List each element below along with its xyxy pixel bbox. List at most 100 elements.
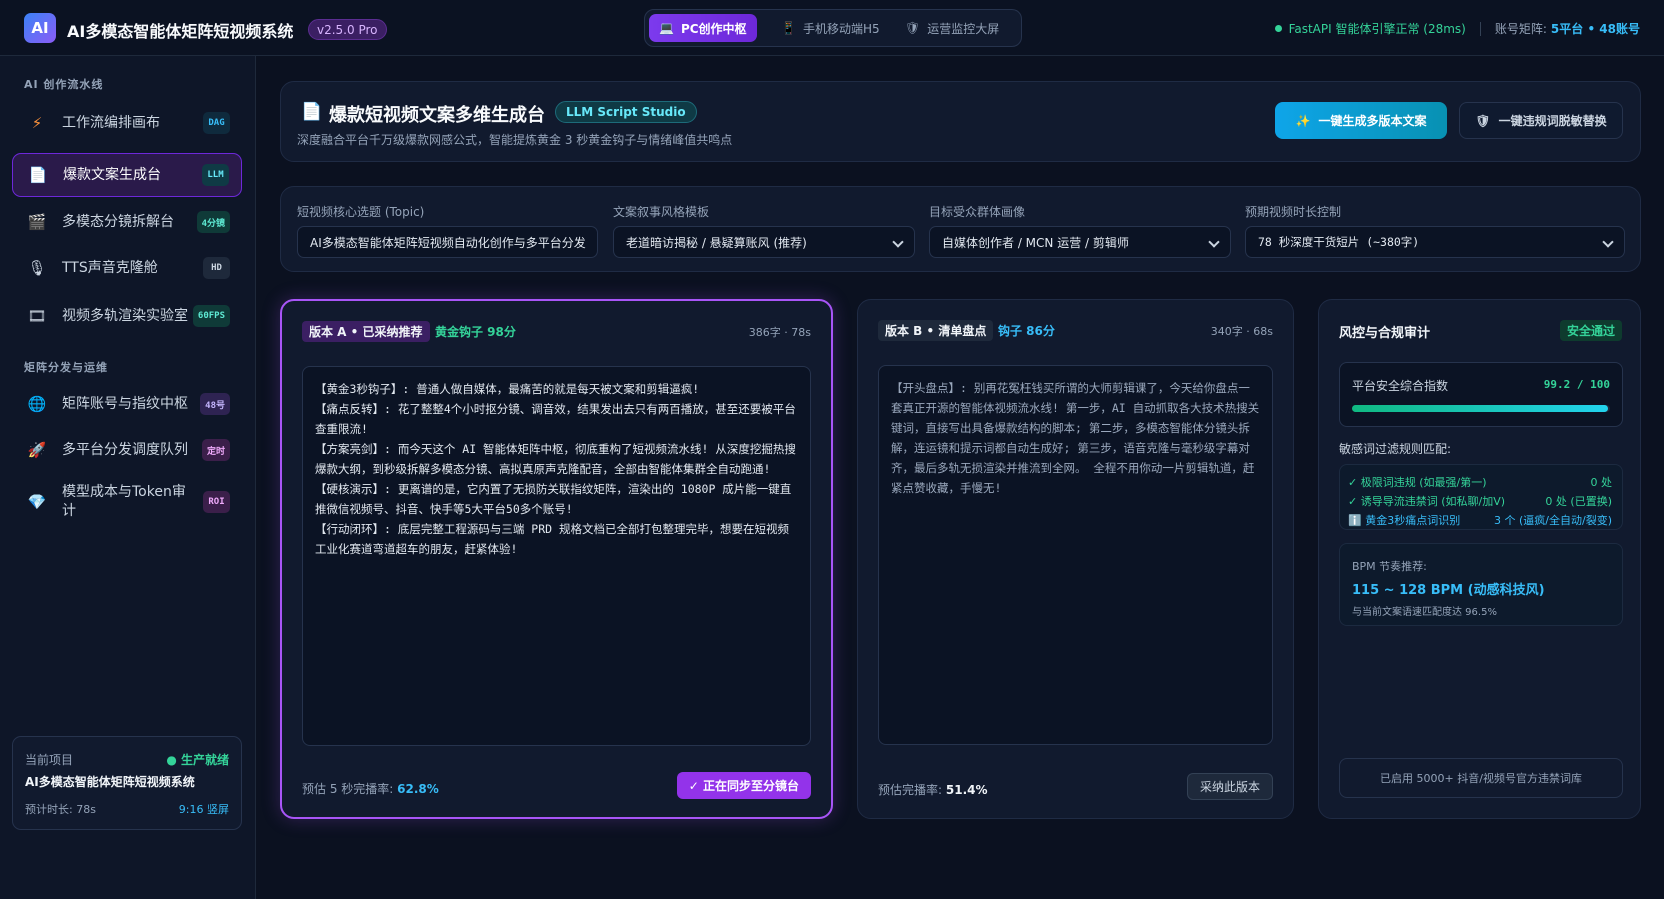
desensitize-label: 一键违规词脱敏替换 bbox=[1498, 114, 1607, 128]
top-bar: AI AI多模态智能体矩阵短视频系统 v2.5.0 Pro 💻 PC创作中枢 📱… bbox=[0, 0, 1664, 56]
sidebar-item-label: 模型成本与Token审计 bbox=[62, 484, 186, 519]
sidebar-section-distribution: 矩阵分发与运维 bbox=[24, 361, 108, 374]
microphone-icon: 🎙 bbox=[27, 259, 47, 277]
mode-switcher: 💻 PC创作中枢 📱 手机移动端H5 🛡 运营监控大屏 bbox=[644, 9, 1022, 47]
studio-badge: LLM Script Studio bbox=[555, 101, 697, 123]
sidebar-item-tag: ROI bbox=[203, 491, 230, 513]
length-field: 预期视频时长控制 78 秒深度干货短片 (~380字) bbox=[1245, 203, 1625, 258]
version-a-script[interactable]: 【黄金3秒钩子】: 普通人做自媒体，最痛苦的就是每天被文案和剪辑逼疯! 【痛点反… bbox=[302, 366, 811, 746]
sidebar-item-cost-audit[interactable]: 💎 模型成本与Token审计 ROI bbox=[12, 476, 242, 528]
rule-label: ✓ 极限词违规 (如最强/第一) bbox=[1348, 476, 1487, 489]
status-dot-icon bbox=[1274, 25, 1282, 32]
risk-pass-badge: 安全通过 bbox=[1559, 320, 1622, 341]
mode-tab-label: 运营监控大屏 bbox=[927, 21, 1000, 36]
script-line: 【行动闭环】: 底层完整工程源码与三端 PRD 规格文档已全部打包整理完毕，想要… bbox=[315, 522, 789, 556]
completion-value: 62.8% bbox=[397, 782, 439, 796]
desensitize-button[interactable]: 🛡 一键违规词脱敏替换 bbox=[1459, 102, 1623, 139]
style-select[interactable]: 老道暗访揭秘 / 悬疑算账风 (推荐) bbox=[613, 226, 915, 258]
version-badge: v2.5.0 Pro bbox=[308, 19, 387, 40]
sidebar-item-tag: 定时 bbox=[201, 439, 230, 461]
version-b-hook-score: 钩子 86分 bbox=[998, 324, 1055, 338]
generate-versions-button[interactable]: ✨ 一键生成多版本文案 bbox=[1275, 102, 1447, 139]
sidebar-item-label: 多平台分发调度队列 bbox=[62, 441, 188, 458]
mode-tab-pc[interactable]: 💻 PC创作中枢 bbox=[649, 14, 757, 42]
length-label: 预期视频时长控制 bbox=[1245, 205, 1342, 219]
completion-label: 预估完播率: bbox=[878, 783, 943, 797]
version-a-tag: 版本 A • 已采纳推荐 bbox=[302, 321, 430, 342]
mode-tab-label: 手机移动端H5 bbox=[802, 21, 880, 36]
project-status: ● 生产就绪 bbox=[166, 753, 229, 767]
version-b-tag: 版本 B • 清单盘点 bbox=[878, 320, 994, 341]
script-line: 【开头盘点】: 别再花冤枉钱买所谓的大师剪辑课了，今天给你盘点一套真正开源的智能… bbox=[891, 381, 1260, 495]
adopt-version-button[interactable]: 采纳此版本 bbox=[1186, 773, 1273, 800]
sidebar-item-render-lab[interactable]: 🎞 视频多轨渲染实验室 60FPS bbox=[12, 290, 242, 342]
generate-versions-label: 一键生成多版本文案 bbox=[1318, 114, 1427, 128]
completion-value: 51.4% bbox=[945, 783, 988, 797]
audience-field: 目标受众群体画像 自媒体创作者 / MCN 运营 / 剪辑师 bbox=[929, 203, 1231, 258]
sidebar-item-label: 视频多轨渲染实验室 bbox=[62, 307, 188, 324]
sidebar-section-pipeline: AI 创作流水线 bbox=[24, 78, 104, 91]
score-progress-track bbox=[1352, 405, 1610, 412]
diamond-icon: 💎 bbox=[27, 493, 47, 511]
sidebar: AI 创作流水线 ⚡ 工作流编排画布 DAG 📄 爆款文案生成台 LLM 🎬 多… bbox=[0, 56, 256, 899]
version-a-completion: 预估 5 秒完播率: 62.8% bbox=[302, 780, 439, 797]
sidebar-item-tag: 4分镜 bbox=[196, 211, 230, 233]
score-label: 平台安全综合指数 bbox=[1352, 379, 1449, 393]
rule-row: ✓ 极限词违规 (如最强/第一) 0 处 bbox=[1348, 473, 1612, 492]
sync-storyboard-button[interactable]: ✓ 正在同步至分镜台 bbox=[676, 772, 811, 799]
sidebar-item-label: 工作流编排画布 bbox=[62, 114, 160, 131]
version-b-card[interactable]: 版本 B • 清单盘点 钩子 86分 340字 · 68s 【开头盘点】: 别再… bbox=[857, 299, 1294, 819]
generation-params: 短视频核心选题 (Topic) AI多模态智能体矩阵短视频自动化创作与多平台分发… bbox=[280, 186, 1641, 272]
project-name: AI多模态智能体矩阵短视频系统 bbox=[25, 775, 195, 789]
version-b-script[interactable]: 【开头盘点】: 别再花冤枉钱买所谓的大师剪辑课了，今天给你盘点一套真正开源的智能… bbox=[878, 365, 1273, 745]
version-a-card[interactable]: 版本 A • 已采纳推荐 黄金钩子 98分 386字 · 78s 【黄金3秒钩子… bbox=[280, 299, 833, 819]
completion-label: 预估 5 秒完播率: bbox=[302, 782, 394, 796]
system-status: FastAPI 智能体引擎正常 (28ms) 账号矩阵: 5平台 • 48账号 bbox=[1274, 20, 1640, 37]
script-line: 【黄金3秒钩子】: 普通人做自媒体，最痛苦的就是每天被文案和剪辑逼疯! bbox=[315, 382, 700, 396]
sidebar-item-dispatch-queue[interactable]: 🚀 多平台分发调度队列 定时 bbox=[12, 429, 242, 471]
score-progress-fill bbox=[1352, 405, 1608, 412]
globe-icon: 🌐 bbox=[27, 395, 47, 413]
rule-label: ✓ 诱导导流违禁词 (如私聊/加V) bbox=[1348, 495, 1506, 508]
sidebar-item-script-studio[interactable]: 📄 爆款文案生成台 LLM bbox=[12, 153, 242, 197]
audience-select[interactable]: 自媒体创作者 / MCN 运营 / 剪辑师 bbox=[929, 226, 1231, 258]
sidebar-item-accounts[interactable]: 🌐 矩阵账号与指纹中枢 48号 bbox=[12, 383, 242, 425]
mode-tab-monitor[interactable]: 🛡 运营监控大屏 bbox=[895, 14, 1009, 42]
risk-title: 风控与合规审计 bbox=[1339, 326, 1431, 341]
topic-field: 短视频核心选题 (Topic) AI多模态智能体矩阵短视频自动化创作与多平台分发 bbox=[297, 203, 598, 258]
sidebar-item-label: 多模态分镜拆解台 bbox=[62, 213, 174, 230]
bpm-recommendation: BPM 节奏推荐: 115 ~ 128 BPM (动感科技风) 与当前文案语速匹… bbox=[1339, 543, 1623, 626]
version-b-completion: 预估完播率: 51.4% bbox=[878, 781, 988, 798]
version-b-meta: 340字 · 68s bbox=[1210, 325, 1273, 338]
document-icon: 📄 bbox=[301, 102, 323, 122]
page-title: 爆款短视频文案多维生成台 bbox=[329, 105, 545, 126]
clapperboard-icon: 🎬 bbox=[27, 213, 47, 231]
rule-value: 0 处 bbox=[1590, 476, 1613, 489]
rule-row: ✓ 诱导导流违禁词 (如私聊/加V) 0 处 (已置换) bbox=[1348, 492, 1612, 511]
topic-label: 短视频核心选题 (Topic) bbox=[297, 205, 425, 219]
bpm-value: 115 ~ 128 BPM (动感科技风) bbox=[1352, 583, 1545, 598]
rule-value: 3 个 (逼疯/全自动/裂变) bbox=[1494, 514, 1612, 527]
shield-icon: 🛡 bbox=[905, 21, 921, 35]
mode-tab-mobile[interactable]: 📱 手机移动端H5 bbox=[771, 14, 890, 42]
sidebar-item-tts[interactable]: 🎙 TTS声音克隆舱 HD bbox=[12, 247, 242, 289]
script-line: 【痛点反转】: 花了整整4个小时抠分镜、调音效，结果发出去只有两百播放，甚至还要… bbox=[315, 402, 796, 436]
app-logo: AI bbox=[24, 13, 56, 43]
style-label: 文案叙事风格模板 bbox=[613, 205, 710, 219]
safety-score-box: 平台安全综合指数 99.2 / 100 bbox=[1339, 362, 1623, 427]
mode-tab-label: PC创作中枢 bbox=[680, 21, 747, 36]
mobile-icon: 📱 bbox=[781, 21, 796, 35]
studio-header: 📄 爆款短视频文案多维生成台 LLM Script Studio 深度融合平台千… bbox=[280, 81, 1641, 162]
audience-label: 目标受众群体画像 bbox=[929, 205, 1026, 219]
risk-compliance-panel: 风控与合规审计 安全通过 平台安全综合指数 99.2 / 100 敏感词过滤规则… bbox=[1318, 299, 1641, 819]
score-value: 99.2 / 100 bbox=[1543, 378, 1610, 391]
length-select[interactable]: 78 秒深度干货短片 (~380字) bbox=[1245, 226, 1625, 258]
rule-row: ℹ️ 黄金3秒痛点词识别 3 个 (逼疯/全自动/裂变) bbox=[1348, 511, 1612, 530]
topic-input[interactable]: AI多模态智能体矩阵短视频自动化创作与多平台分发 bbox=[297, 226, 598, 258]
sidebar-item-storyboard[interactable]: 🎬 多模态分镜拆解台 4分镜 bbox=[12, 201, 242, 243]
sidebar-item-workflow[interactable]: ⚡ 工作流编排画布 DAG bbox=[12, 102, 242, 144]
rule-label: ℹ️ 黄金3秒痛点词识别 bbox=[1348, 514, 1461, 527]
rule-value: 0 处 (已置换) bbox=[1545, 495, 1612, 508]
sidebar-item-label: 矩阵账号与指纹中枢 bbox=[62, 395, 188, 412]
current-project-card: 当前项目 ● 生产就绪 AI多模态智能体矩阵短视频系统 预计时长: 78s 9:… bbox=[12, 736, 242, 830]
